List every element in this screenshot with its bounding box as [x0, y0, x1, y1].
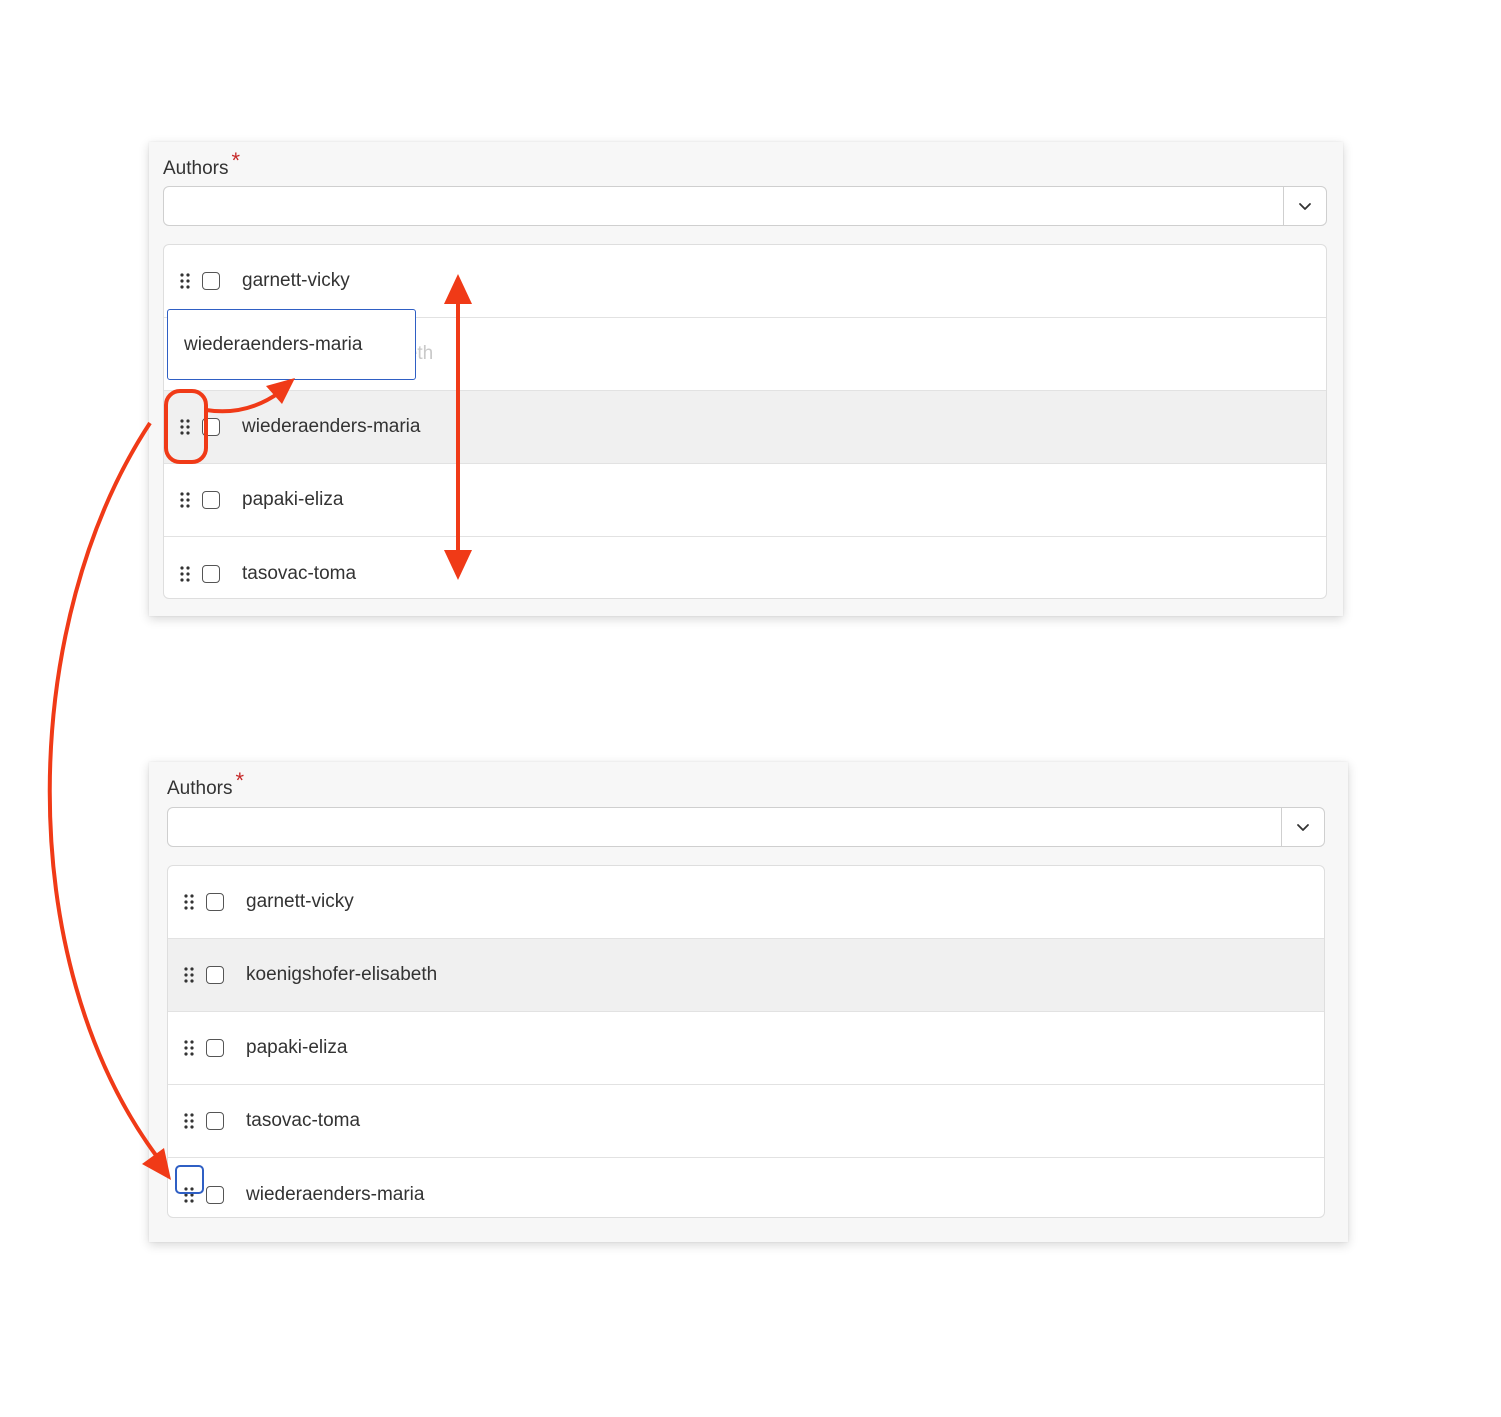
drag-start-arrow: [205, 390, 282, 414]
arrow-head-down: [444, 550, 472, 580]
drag-handle-highlight-box: [164, 389, 208, 464]
move-to-bottom-arrow: [47, 421, 160, 1160]
arrow-head-up: [444, 274, 472, 304]
annotation-overlay: [47, 274, 472, 1180]
